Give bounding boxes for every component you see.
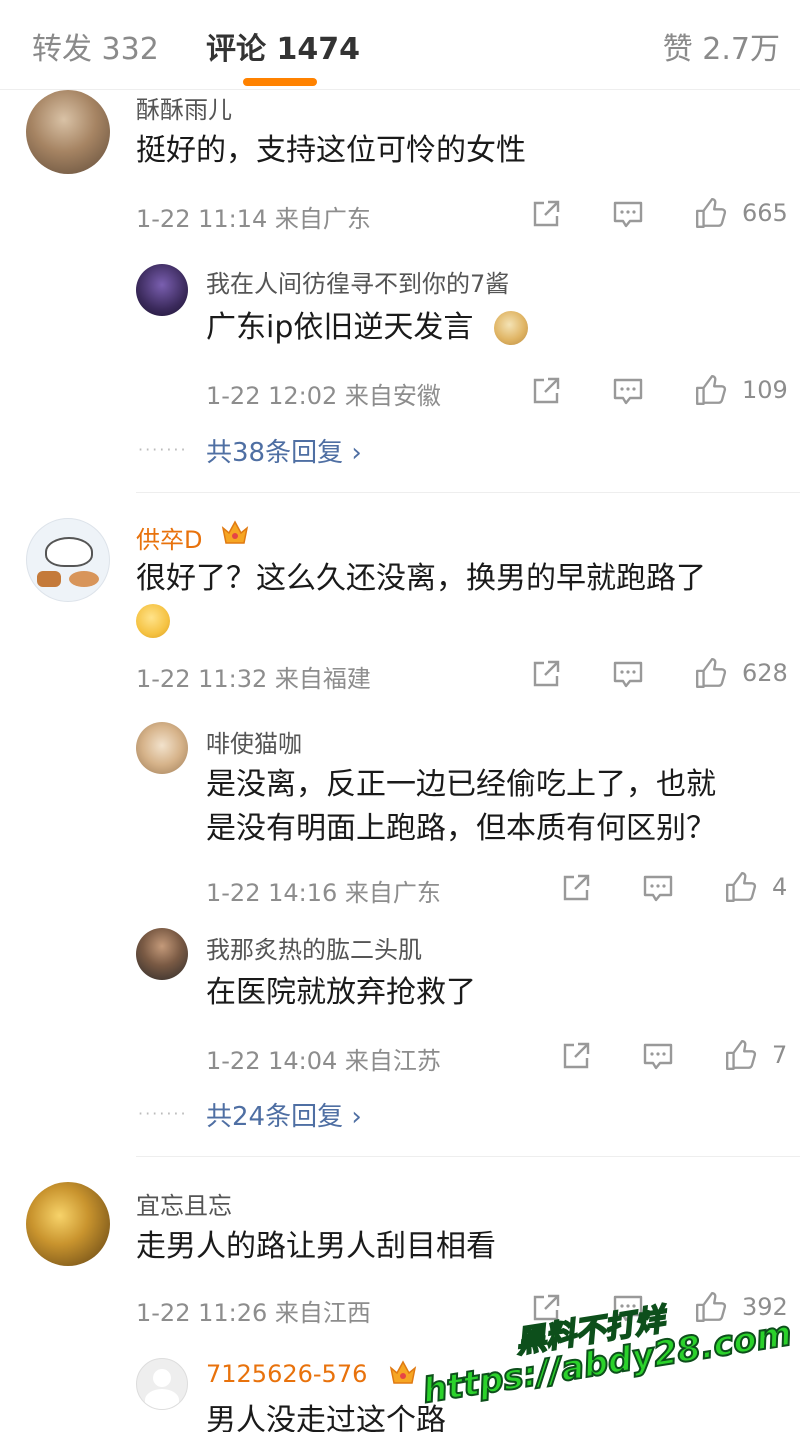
comment-icon[interactable] — [612, 375, 644, 407]
comment-text: 很好了？这么久还没离，换男的早就跑路了 — [136, 561, 706, 596]
user-avatar[interactable] — [26, 1182, 110, 1266]
reply-text: 是没离，反正一边已经偷吃上了，也就 — [206, 767, 716, 802]
reply-username[interactable]: 啡使猫咖 — [206, 724, 302, 759]
like-count: 4 — [772, 873, 788, 901]
reply-text: 在医院就放弃抢救了 — [206, 975, 476, 1010]
reply-meta: 1-22 14:04 来自江苏 — [206, 1047, 441, 1075]
comment-meta: 1-22 11:14 来自广东 — [136, 205, 371, 233]
user-avatar[interactable] — [26, 518, 110, 602]
comment-text: 走男人的路让男人刮目相看 — [136, 1229, 496, 1264]
tab-likes[interactable]: 赞 2.7万 — [663, 24, 780, 68]
share-icon[interactable] — [560, 1040, 592, 1072]
comment-icon[interactable] — [642, 872, 674, 904]
comment-username[interactable]: 酥酥雨儿 — [136, 90, 232, 125]
reply-avatar[interactable] — [136, 1358, 188, 1410]
reply-avatar[interactable] — [136, 722, 188, 774]
like-icon[interactable] — [724, 1038, 758, 1072]
reply-username[interactable]: 我在人间彷徨寻不到你的7酱 — [206, 264, 509, 299]
comment-username[interactable]: 供卒D — [136, 520, 202, 555]
vip-crown-icon — [389, 1360, 417, 1384]
tab-repost[interactable]: 转发 332 — [32, 24, 159, 68]
like-icon[interactable] — [724, 870, 758, 904]
comment-meta: 1-22 11:26 来自江西 — [136, 1299, 371, 1327]
divider — [136, 492, 800, 493]
share-icon[interactable] — [530, 375, 562, 407]
like-count: 665 — [742, 199, 788, 227]
reply-username[interactable]: 我那炙热的肱二头肌 — [206, 930, 422, 965]
reply-username[interactable]: 7125626-576 — [206, 1360, 367, 1388]
like-icon[interactable] — [694, 656, 728, 690]
like-count: 7 — [772, 1041, 788, 1069]
more-replies-link[interactable]: 共38条回复 › — [206, 432, 362, 469]
reply-meta: 1-22 14:16 来自广东 — [206, 879, 441, 907]
divider — [136, 1156, 800, 1157]
reply-text: 广东ip依旧逆天发言 — [206, 310, 474, 345]
comment-icon[interactable] — [642, 1040, 674, 1072]
reply-meta: 1-22 12:02 来自安徽 — [206, 382, 441, 410]
like-count: 628 — [742, 659, 788, 687]
comment-text: 挺好的，支持这位可怜的女性 — [136, 133, 526, 168]
share-icon[interactable] — [560, 872, 592, 904]
comment-tabs: 转发 332 评论 1474 赞 2.7万 — [0, 0, 800, 90]
vip-crown-icon — [221, 520, 249, 544]
more-replies-link[interactable]: 共24条回复 › — [206, 1096, 362, 1133]
like-icon[interactable] — [694, 196, 728, 230]
active-tab-indicator — [243, 78, 317, 86]
like-icon[interactable] — [694, 1290, 728, 1324]
user-avatar[interactable] — [26, 90, 110, 174]
tab-comments[interactable]: 评论 1474 — [206, 24, 360, 68]
like-icon[interactable] — [694, 373, 728, 407]
share-icon[interactable] — [530, 658, 562, 690]
dots-separator: ······· — [138, 1104, 188, 1123]
comment-icon[interactable] — [612, 658, 644, 690]
comment-meta: 1-22 11:32 来自福建 — [136, 665, 371, 693]
reply-avatar[interactable] — [136, 264, 188, 316]
reply-text-line2: 是没有明面上跑路，但本质有何区别？ — [206, 811, 716, 846]
reply-avatar[interactable] — [136, 928, 188, 980]
doge-emoji-icon — [494, 311, 528, 345]
reply-text: 男人没走过这个路 — [206, 1403, 446, 1432]
dots-separator: ······· — [138, 440, 188, 459]
like-count: 109 — [742, 376, 788, 404]
thinking-emoji-icon — [136, 604, 170, 638]
comment-username[interactable]: 宜忘且忘 — [136, 1186, 232, 1221]
comment-icon[interactable] — [612, 198, 644, 230]
share-icon[interactable] — [530, 198, 562, 230]
